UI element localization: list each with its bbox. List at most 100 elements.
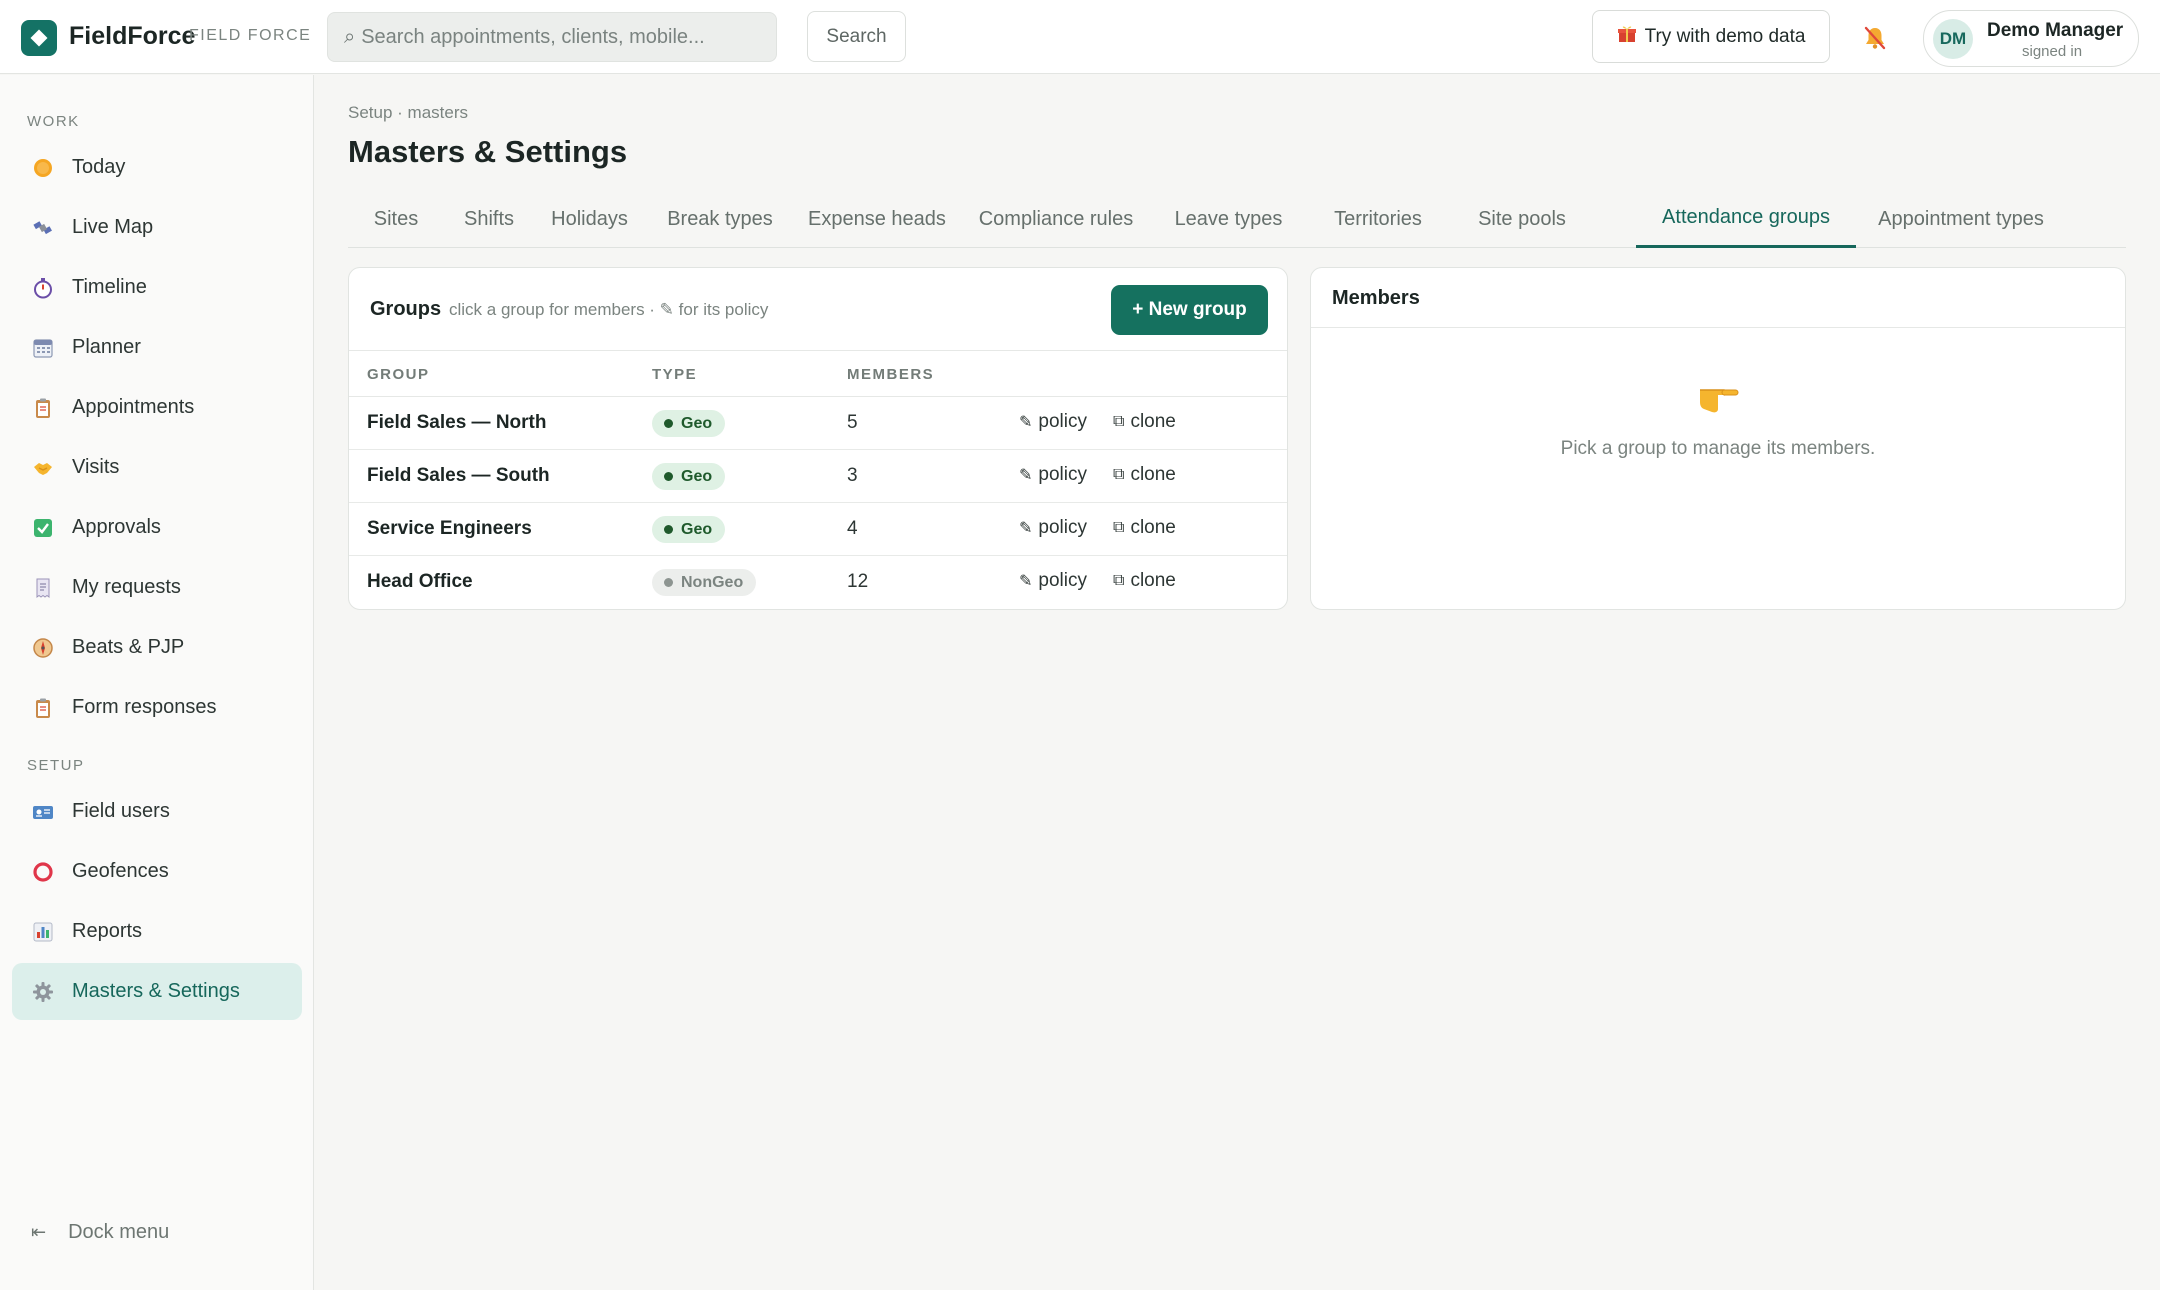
sun-icon bbox=[31, 156, 55, 180]
tab-territories[interactable]: Territories bbox=[1304, 190, 1452, 248]
muted-bell-icon[interactable] bbox=[1860, 23, 1890, 53]
sidebar-item-label: My requests bbox=[72, 576, 181, 598]
clone-label: clone bbox=[1130, 411, 1176, 432]
groups-hint: click a group for members · ✎ for its po… bbox=[449, 300, 769, 319]
members-panel: Members Pick a group to manage its membe… bbox=[1310, 267, 2126, 610]
top-bar: FieldForce FIELD FORCE ⌕ Search Try with… bbox=[0, 0, 2160, 74]
sidebar-item-field-users[interactable]: Field users bbox=[12, 783, 302, 840]
check-box-icon bbox=[31, 516, 55, 540]
clone-label: clone bbox=[1130, 517, 1176, 538]
demo-data-button[interactable]: Try with demo data bbox=[1592, 10, 1830, 63]
sidebar-item-label: Approvals bbox=[72, 516, 161, 538]
sidebar-item-appointments[interactable]: Appointments bbox=[12, 379, 302, 436]
policy-button[interactable]: ✎ policy bbox=[1019, 464, 1087, 486]
sidebar-item-beats-pjp[interactable]: Beats & PJP bbox=[12, 619, 302, 676]
column-header-group: GROUP bbox=[367, 366, 430, 383]
member-count: 4 bbox=[847, 518, 858, 539]
sidebar-item-timeline[interactable]: Timeline bbox=[12, 259, 302, 316]
app-name[interactable]: FieldForce bbox=[69, 22, 195, 51]
group-name: Head Office bbox=[367, 571, 473, 592]
page-title: Masters & Settings bbox=[348, 134, 628, 169]
search-input[interactable] bbox=[361, 25, 762, 49]
sidebar-item-approvals[interactable]: Approvals bbox=[12, 499, 302, 556]
clipboard-icon bbox=[31, 396, 55, 420]
sidebar-item-live-map[interactable]: Live Map bbox=[12, 199, 302, 256]
search-icon: ⌕ bbox=[344, 25, 356, 48]
tab-holidays[interactable]: Holidays bbox=[534, 190, 645, 248]
sidebar-item-label: Beats & PJP bbox=[72, 636, 185, 658]
clone-button[interactable]: ⧉ clone bbox=[1113, 411, 1176, 433]
copy-icon: ⧉ bbox=[1113, 466, 1125, 483]
column-header-members: MEMBERS bbox=[847, 366, 935, 383]
sidebar-item-label: Form responses bbox=[72, 696, 217, 718]
table-row[interactable]: Field Sales — South Geo 3 ✎ policy ⧉ clone bbox=[349, 450, 1287, 503]
tab-sites[interactable]: Sites bbox=[348, 190, 444, 248]
clone-button[interactable]: ⧉ clone bbox=[1113, 570, 1176, 592]
tab-site-pools[interactable]: Site pools bbox=[1452, 190, 1592, 248]
table-row[interactable]: Field Sales — North Geo 5 ✎ policy ⧉ clone bbox=[349, 397, 1287, 450]
type-badge: Geo bbox=[652, 463, 726, 490]
table-row[interactable]: Service Engineers Geo 4 ✎ policy ⧉ clone bbox=[349, 503, 1287, 556]
ring-icon bbox=[31, 860, 55, 884]
copy-icon: ⧉ bbox=[1113, 572, 1125, 589]
user-name: Demo Manager bbox=[1987, 20, 2124, 41]
policy-button[interactable]: ✎ policy bbox=[1019, 570, 1087, 592]
sidebar-item-planner[interactable]: Planner bbox=[12, 319, 302, 376]
clone-label: clone bbox=[1130, 464, 1176, 485]
type-badge-label: Geo bbox=[681, 467, 713, 485]
sidebar-item-label: Timeline bbox=[72, 276, 147, 298]
sidebar-item-my-requests[interactable]: My requests bbox=[12, 559, 302, 616]
sidebar-item-geofences[interactable]: Geofences bbox=[12, 843, 302, 900]
type-badge-label: Geo bbox=[681, 414, 713, 432]
type-badge-label: Geo bbox=[681, 520, 713, 538]
status-dot-icon bbox=[664, 419, 673, 428]
tab-expense-heads[interactable]: Expense heads bbox=[795, 190, 959, 248]
bar-chart-icon bbox=[31, 920, 55, 944]
new-group-button[interactable]: + New group bbox=[1111, 285, 1268, 335]
clone-button[interactable]: ⧉ clone bbox=[1113, 517, 1176, 539]
tab-break-types[interactable]: Break types bbox=[645, 190, 795, 248]
policy-button[interactable]: ✎ policy bbox=[1019, 517, 1087, 539]
status-dot-icon bbox=[664, 578, 673, 587]
pencil-icon: ✎ bbox=[1019, 520, 1033, 537]
user-status: signed in bbox=[2022, 43, 2083, 60]
member-count: 5 bbox=[847, 412, 858, 433]
tab-shifts[interactable]: Shifts bbox=[444, 190, 534, 248]
clone-label: clone bbox=[1130, 570, 1176, 591]
status-dot-icon bbox=[664, 472, 673, 481]
sidebar-item-label: Live Map bbox=[72, 216, 154, 238]
settings-tabs: Sites Shifts Holidays Break types Expens… bbox=[348, 190, 2126, 248]
breadcrumb: Setup · masters bbox=[348, 103, 468, 122]
search-box[interactable]: ⌕ bbox=[327, 12, 777, 62]
table-row[interactable]: Head Office NonGeo 12 ✎ policy ⧉ clone bbox=[349, 556, 1287, 609]
sidebar-item-reports[interactable]: Reports bbox=[12, 903, 302, 960]
compass-icon bbox=[31, 636, 55, 660]
logo-icon[interactable] bbox=[21, 20, 57, 56]
clone-button[interactable]: ⧉ clone bbox=[1113, 464, 1176, 486]
tab-attendance-groups[interactable]: Attendance groups bbox=[1636, 190, 1856, 248]
user-menu[interactable]: DM Demo Manager signed in bbox=[1923, 10, 2139, 67]
sidebar-item-label: Visits bbox=[72, 456, 120, 478]
type-badge: Geo bbox=[652, 516, 726, 543]
clipboard-icon bbox=[31, 696, 55, 720]
dock-menu-button[interactable]: ⇤ Dock menu bbox=[31, 1221, 169, 1244]
policy-button[interactable]: ✎ policy bbox=[1019, 411, 1087, 433]
policy-label: policy bbox=[1038, 464, 1087, 485]
collapse-left-icon: ⇤ bbox=[31, 1222, 47, 1242]
status-dot-icon bbox=[664, 525, 673, 534]
sidebar-item-masters-settings[interactable]: Masters & Settings bbox=[12, 963, 302, 1020]
sidebar-item-form-responses[interactable]: Form responses bbox=[12, 679, 302, 736]
sidebar-item-today[interactable]: Today bbox=[12, 139, 302, 196]
tab-leave-types[interactable]: Leave types bbox=[1153, 190, 1304, 248]
tab-appointment-types[interactable]: Appointment types bbox=[1856, 190, 2066, 248]
table-header: GROUP TYPE MEMBERS bbox=[349, 350, 1287, 397]
members-empty-text: Pick a group to manage its members. bbox=[1560, 438, 1876, 459]
sidebar-item-visits[interactable]: Visits bbox=[12, 439, 302, 496]
search-button[interactable]: Search bbox=[807, 11, 906, 62]
members-header: Members bbox=[1311, 268, 2125, 328]
tab-compliance-rules[interactable]: Compliance rules bbox=[959, 190, 1153, 248]
demo-data-label: Try with demo data bbox=[1644, 25, 1806, 47]
app-subtitle: FIELD FORCE bbox=[189, 27, 312, 44]
id-card-icon bbox=[31, 800, 55, 824]
sidebar-item-label: Masters & Settings bbox=[72, 980, 240, 1002]
